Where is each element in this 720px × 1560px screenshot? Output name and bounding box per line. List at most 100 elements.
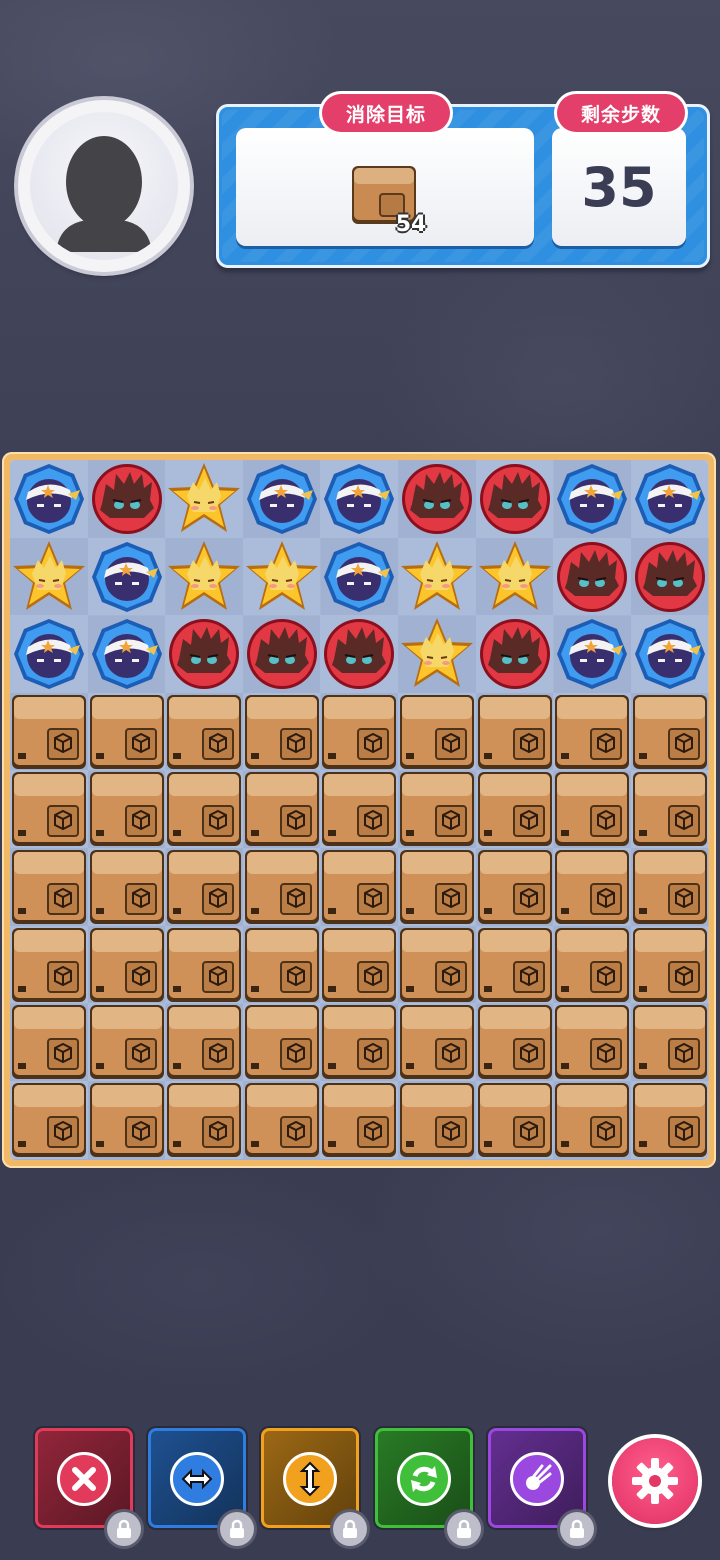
cardboard-box-tile[interactable] (242, 1003, 321, 1082)
yellow-star-piece[interactable] (398, 537, 476, 616)
cardboard-box-tile[interactable] (398, 692, 476, 771)
cardboard-box-tile[interactable] (398, 1003, 476, 1082)
red-spiky-piece[interactable] (398, 460, 476, 538)
swap-horizontal-tool-button[interactable] (148, 1428, 254, 1546)
blue-ninja-piece[interactable] (242, 460, 321, 538)
moves-label: 剩余步数 (557, 94, 685, 132)
cardboard-box-tile[interactable] (165, 925, 244, 1004)
moves-remaining: 35 (581, 155, 657, 219)
cross-icon (57, 1452, 111, 1506)
blue-ninja-piece[interactable] (320, 537, 399, 616)
swap-vertical-tool-button[interactable] (261, 1428, 367, 1546)
cardboard-box-tile[interactable] (398, 848, 476, 926)
blue-ninja-piece[interactable] (87, 537, 166, 616)
board-grid (10, 460, 709, 1160)
cardboard-box-tile[interactable] (87, 848, 166, 926)
cardboard-box-tile[interactable] (165, 1003, 244, 1082)
cardboard-box-tile[interactable] (475, 1080, 554, 1159)
cardboard-box-tile[interactable] (165, 848, 244, 926)
cardboard-box-tile[interactable] (165, 1080, 244, 1159)
cardboard-box-tile[interactable] (242, 1080, 321, 1159)
red-spiky-piece[interactable] (630, 537, 709, 616)
cardboard-box-tile[interactable] (87, 925, 166, 1004)
yellow-star-piece[interactable] (398, 615, 476, 694)
cardboard-box-tile[interactable] (10, 770, 88, 849)
cardboard-box-tile[interactable] (320, 1080, 399, 1159)
cardboard-box-tile[interactable] (630, 925, 709, 1004)
red-spiky-piece[interactable] (320, 615, 399, 694)
cardboard-box-tile[interactable] (553, 1003, 632, 1082)
cardboard-box-tile[interactable] (553, 925, 632, 1004)
cardboard-box-tile[interactable] (630, 692, 709, 771)
blue-ninja-piece[interactable] (87, 615, 166, 694)
magic-tool-button[interactable] (488, 1428, 594, 1546)
blue-ninja-piece[interactable] (10, 615, 88, 694)
cardboard-box-tile[interactable] (320, 770, 399, 849)
refresh-icon (397, 1452, 451, 1506)
red-spiky-piece[interactable] (475, 615, 554, 694)
red-spiky-piece[interactable] (553, 537, 632, 616)
cardboard-box-tile[interactable] (242, 692, 321, 771)
cardboard-box-tile[interactable] (242, 925, 321, 1004)
blue-ninja-piece[interactable] (320, 460, 399, 538)
cardboard-box-tile[interactable] (10, 1080, 88, 1159)
yellow-star-piece[interactable] (242, 537, 321, 616)
cardboard-box-tile[interactable] (553, 848, 632, 926)
cardboard-box-tile[interactable] (553, 1080, 632, 1159)
cardboard-box-tile[interactable] (165, 770, 244, 849)
cardboard-box-tile[interactable] (87, 692, 166, 771)
cardboard-box-tile[interactable] (475, 925, 554, 1004)
cardboard-box-tile[interactable] (10, 692, 88, 771)
cardboard-box-tile[interactable] (398, 770, 476, 849)
cardboard-box-tile[interactable] (475, 1003, 554, 1082)
lock-icon (220, 1512, 254, 1546)
lock-icon (107, 1512, 141, 1546)
cardboard-box-tile[interactable] (320, 1003, 399, 1082)
avatar-placeholder-icon (30, 112, 178, 260)
cardboard-box-tile[interactable] (320, 848, 399, 926)
cardboard-box-tile[interactable] (10, 848, 88, 926)
cardboard-box-tile[interactable] (87, 770, 166, 849)
blue-ninja-piece[interactable] (10, 460, 88, 538)
cardboard-box-tile[interactable] (10, 1003, 88, 1082)
yellow-star-piece[interactable] (165, 460, 244, 538)
red-spiky-piece[interactable] (165, 615, 244, 694)
cardboard-box-tile[interactable] (87, 1003, 166, 1082)
cardboard-box-tile[interactable] (475, 692, 554, 771)
cardboard-box-tile[interactable] (398, 1080, 476, 1159)
yellow-star-piece[interactable] (10, 537, 88, 616)
settings-button[interactable] (612, 1438, 698, 1524)
player-avatar[interactable] (18, 100, 190, 272)
cardboard-box-tile[interactable] (87, 1080, 166, 1159)
lock-icon (447, 1512, 481, 1546)
cardboard-box-tile[interactable] (242, 770, 321, 849)
cardboard-box-tile[interactable] (320, 692, 399, 771)
red-spiky-piece[interactable] (87, 460, 166, 538)
blue-ninja-piece[interactable] (553, 615, 632, 694)
goal-count: 54 (395, 212, 427, 237)
cardboard-box-tile[interactable] (475, 770, 554, 849)
cardboard-box-tile[interactable] (630, 1003, 709, 1082)
cardboard-box-tile[interactable] (630, 1080, 709, 1159)
cardboard-box-tile[interactable] (553, 770, 632, 849)
blue-ninja-piece[interactable] (630, 460, 709, 538)
cardboard-box-tile[interactable] (10, 925, 88, 1004)
cardboard-box-tile[interactable] (165, 692, 244, 771)
lock-icon (333, 1512, 367, 1546)
cardboard-box-tile[interactable] (630, 848, 709, 926)
cardboard-box-tile[interactable] (475, 848, 554, 926)
cardboard-box-tile[interactable] (630, 770, 709, 849)
yellow-star-piece[interactable] (475, 537, 554, 616)
blue-ninja-piece[interactable] (630, 615, 709, 694)
lock-icon (560, 1512, 594, 1546)
remove-tool-button[interactable] (35, 1428, 141, 1546)
cardboard-box-tile[interactable] (398, 925, 476, 1004)
red-spiky-piece[interactable] (242, 615, 321, 694)
yellow-star-piece[interactable] (165, 537, 244, 616)
shuffle-tool-button[interactable] (375, 1428, 481, 1546)
cardboard-box-tile[interactable] (553, 692, 632, 771)
cardboard-box-tile[interactable] (242, 848, 321, 926)
blue-ninja-piece[interactable] (553, 460, 632, 538)
red-spiky-piece[interactable] (475, 460, 554, 538)
cardboard-box-tile[interactable] (320, 925, 399, 1004)
